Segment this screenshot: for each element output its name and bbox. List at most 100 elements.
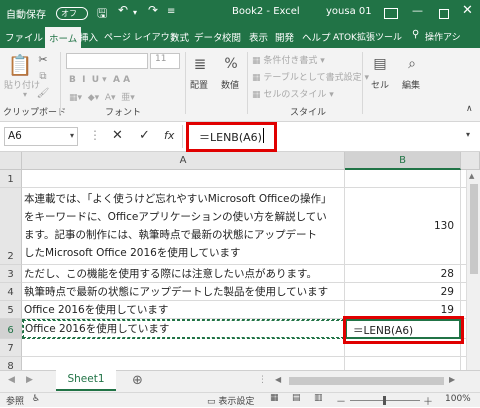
cell-a[interactable]: Office 2016を使用しています	[22, 319, 345, 339]
tell-me-search[interactable]: 操作アシ	[425, 30, 461, 43]
collapse-ribbon-icon[interactable]: ∧	[466, 104, 473, 114]
horizontal-scrollbar[interactable]: ◀ ▶	[275, 375, 460, 387]
cell-highlight-box	[343, 316, 464, 344]
tab-insert[interactable]: 挿入	[79, 30, 98, 44]
paste-icon[interactable]: 📋	[8, 52, 33, 78]
lightbulb-icon: ⚲	[412, 29, 420, 40]
redo-icon[interactable]: ↷	[148, 3, 158, 17]
undo-dropdown-icon[interactable]: ▾	[133, 8, 137, 17]
cell-b[interactable]: 28	[345, 265, 461, 283]
title-bar: 自動保存 オフ 🖫 ↶ ▾ ↷ ≡ Book2 - Excel yousa 01…	[0, 0, 480, 27]
enter-icon[interactable]: ✓	[139, 128, 150, 143]
row-header[interactable]: 7	[0, 339, 22, 357]
scroll-right-icon[interactable]: ▶	[449, 375, 455, 384]
mode-indicator: 参照	[6, 397, 25, 407]
accessibility-icon[interactable]: ♿	[32, 394, 40, 404]
tab-page-layout[interactable]: ページ レイアウト	[104, 30, 179, 43]
cell-a[interactable]	[22, 170, 345, 188]
separator	[60, 52, 61, 114]
row-header[interactable]: 1	[0, 170, 22, 188]
zoom-slider-handle[interactable]	[383, 396, 386, 405]
tab-file[interactable]: ファイル	[5, 30, 43, 44]
name-box-dropdown-icon[interactable]: ▾	[70, 131, 74, 140]
cells-label[interactable]: セル	[371, 78, 389, 91]
percent-icon[interactable]: %	[221, 53, 241, 75]
scroll-left-icon[interactable]: ◀	[275, 375, 281, 384]
font-size-box[interactable]: 11	[150, 53, 180, 69]
paste-dropdown-icon: ▾	[23, 90, 28, 99]
minimize-icon[interactable]: —	[412, 4, 423, 17]
row-header[interactable]: 2	[0, 188, 22, 265]
sheet-tab-sheet1[interactable]: Sheet1	[56, 370, 116, 391]
separator	[247, 52, 248, 114]
cell-b[interactable]: 29	[345, 283, 461, 301]
select-all-corner[interactable]	[0, 152, 22, 170]
format-as-table-button[interactable]: ▦ テーブルとして書式設定 ▾	[252, 70, 369, 83]
tab-view[interactable]: 表示	[249, 30, 268, 44]
cell-b[interactable]: 130	[345, 188, 461, 265]
zoom-out-icon[interactable]: －	[336, 393, 346, 408]
conditional-format-button[interactable]: ▦ 条件付き書式 ▾	[252, 53, 325, 66]
cell-b[interactable]	[345, 170, 461, 188]
save-icon[interactable]: 🖫	[97, 4, 107, 25]
close-icon[interactable]: ✕	[462, 3, 473, 18]
autosave-toggle[interactable]: オフ	[56, 7, 88, 20]
cell-a[interactable]: Office 2016を使用しています	[22, 301, 345, 319]
tab-developer[interactable]: 開発	[275, 30, 294, 44]
tab-data[interactable]: データ	[194, 30, 223, 44]
zoom-in-icon[interactable]: ＋	[423, 393, 433, 408]
cell-a-text-line: 執筆時点で最新の状態にアップデートした製品を使用しています	[24, 286, 329, 298]
cancel-icon[interactable]: ✕	[112, 128, 123, 143]
tab-atok[interactable]: ATOK拡張ツール	[333, 30, 402, 43]
tab-home[interactable]: ホーム	[45, 27, 82, 48]
tab-review[interactable]: 校閲	[222, 30, 241, 44]
alignment-icon[interactable]: ≣	[190, 53, 210, 75]
cell-a[interactable]: 執筆時点で最新の状態にアップデートした製品を使用しています	[22, 283, 345, 301]
column-header-b[interactable]: B	[345, 152, 461, 170]
expand-formula-bar-icon[interactable]: ▾	[466, 130, 470, 139]
maximize-icon[interactable]	[439, 9, 449, 19]
view-page-layout-icon[interactable]: ▤	[292, 393, 301, 403]
tab-help[interactable]: ヘルプ	[302, 30, 331, 44]
alignment-label[interactable]: 配置	[190, 78, 208, 91]
number-label[interactable]: 数値	[221, 78, 239, 91]
row-header[interactable]: 6	[0, 319, 22, 339]
cells-icon[interactable]: ▤	[370, 53, 390, 75]
new-sheet-icon[interactable]: ⊕	[132, 373, 143, 388]
edit-label[interactable]: 編集	[402, 78, 420, 91]
cell-a[interactable]: ただし、この機能を使用する際には注意したい点があります。	[22, 265, 345, 283]
row-header[interactable]: 3	[0, 265, 22, 283]
display-settings[interactable]: ▭ 表示設定	[207, 394, 254, 407]
style-group-label: スタイル	[290, 108, 327, 118]
format-painter-icon[interactable]: 🖌	[37, 87, 50, 99]
name-box[interactable]: A6	[4, 127, 78, 146]
hscroll-thumb[interactable]	[289, 377, 444, 385]
row-header[interactable]: 4	[0, 283, 22, 301]
quick-access-menu-icon[interactable]: ≡	[167, 6, 175, 17]
scroll-up-icon[interactable]: ▲	[469, 172, 474, 180]
view-page-break-icon[interactable]: ▥	[314, 393, 323, 403]
cell-styles-button[interactable]: ▦ セルのスタイル ▾	[252, 87, 334, 100]
column-header-extra	[461, 152, 480, 170]
insert-function-icon[interactable]: fx	[164, 129, 174, 142]
cell-a[interactable]: 本連載では、「よく使うけど忘れやすいMicrosoft Officeの操作」 をキ…	[22, 188, 345, 265]
cut-icon[interactable]: ✂	[37, 53, 49, 66]
cell-a[interactable]	[22, 339, 345, 357]
vertical-scrollbar[interactable]: ▲	[466, 170, 480, 370]
copy-icon[interactable]: ⧉	[37, 70, 49, 82]
cell-a-text-line: ます。記事の制作には、執筆時点で最新の状態にアップデート	[24, 229, 317, 241]
edit-search-icon[interactable]: ⌕	[402, 53, 422, 75]
font-name-box[interactable]	[66, 53, 148, 69]
column-header-a[interactable]: A	[22, 152, 345, 170]
tab-formulas[interactable]: 数式	[170, 30, 189, 44]
formula-highlight-box	[186, 122, 277, 152]
sheet-nav-prev-icon[interactable]: ◀	[8, 375, 15, 385]
zoom-level[interactable]: 100%	[445, 394, 471, 404]
undo-icon[interactable]: ↶	[118, 3, 128, 17]
scrollbar-thumb[interactable]	[470, 184, 478, 274]
sheet-nav-next-icon[interactable]: ▶	[26, 375, 33, 385]
row-header[interactable]: 5	[0, 301, 22, 319]
ribbon-display-icon[interactable]	[384, 8, 398, 19]
view-normal-icon[interactable]: ▦	[270, 393, 279, 403]
sheet-tab-bar: ◀ ▶ Sheet1 ⊕ ⋮ ◀ ▶	[0, 370, 480, 392]
